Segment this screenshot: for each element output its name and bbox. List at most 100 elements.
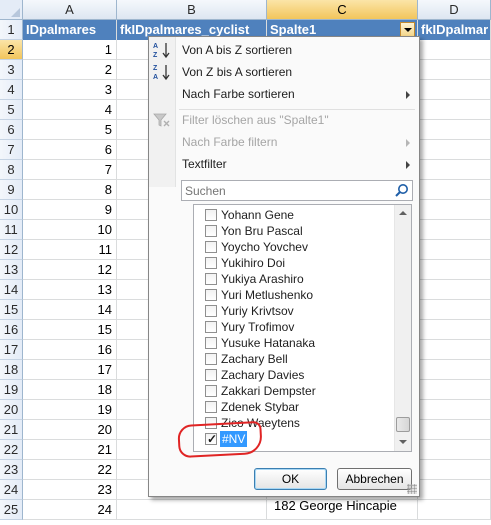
row-header[interactable]: 23 — [0, 460, 23, 480]
row-header[interactable]: 20 — [0, 400, 23, 420]
id-cell[interactable]: 21 — [23, 440, 117, 460]
fk-cell[interactable] — [418, 340, 491, 360]
checkbox[interactable] — [205, 305, 217, 317]
fk-cell[interactable] — [418, 320, 491, 340]
fk-cell[interactable] — [418, 260, 491, 280]
search-input[interactable] — [182, 181, 392, 200]
id-cell[interactable]: 4 — [23, 100, 117, 120]
row-header[interactable]: 4 — [0, 80, 23, 100]
filter-list-item[interactable]: Yoycho Yovchev — [194, 239, 394, 255]
list-scrollbar[interactable] — [394, 205, 411, 451]
row-header[interactable]: 19 — [0, 380, 23, 400]
filter-list-item[interactable]: Yohann Gene — [194, 207, 394, 223]
fk-cell[interactable] — [418, 500, 491, 520]
cyclist-cell[interactable] — [117, 500, 267, 520]
filter-dropdown-button[interactable] — [400, 22, 415, 37]
id-cell[interactable]: 24 — [23, 500, 117, 520]
id-cell[interactable]: 3 — [23, 80, 117, 100]
fk-cell[interactable] — [418, 300, 491, 320]
column-header-b[interactable]: B — [117, 0, 267, 20]
row-header[interactable]: 6 — [0, 120, 23, 140]
row-header[interactable]: 14 — [0, 280, 23, 300]
id-cell[interactable]: 22 — [23, 460, 117, 480]
row-header[interactable]: 21 — [0, 420, 23, 440]
checkbox[interactable] — [205, 385, 217, 397]
checkbox[interactable] — [205, 209, 217, 221]
id-cell[interactable]: 11 — [23, 240, 117, 260]
id-cell[interactable]: 2 — [23, 60, 117, 80]
id-cell[interactable]: 1 — [23, 40, 117, 60]
menu-item-sort-az[interactable]: A Z Von A bis Z sortieren — [149, 39, 419, 61]
row-header[interactable]: 17 — [0, 340, 23, 360]
scroll-up-button[interactable] — [395, 205, 411, 222]
filter-list-item[interactable]: Zachary Bell — [194, 351, 394, 367]
filter-list-item[interactable]: Yon Bru Pascal — [194, 223, 394, 239]
fk-cell[interactable] — [418, 120, 491, 140]
filter-list-item[interactable]: Yukiya Arashiro — [194, 271, 394, 287]
row-header[interactable]: 9 — [0, 180, 23, 200]
id-cell[interactable]: 5 — [23, 120, 117, 140]
row-header[interactable]: 7 — [0, 140, 23, 160]
fk-cell[interactable] — [418, 200, 491, 220]
id-cell[interactable]: 17 — [23, 360, 117, 380]
filter-list-item[interactable]: Yusuke Hatanaka — [194, 335, 394, 351]
ok-button[interactable]: OK — [254, 468, 327, 490]
id-cell[interactable]: 20 — [23, 420, 117, 440]
checkbox[interactable] — [205, 321, 217, 333]
row-header[interactable]: 2 — [0, 40, 23, 60]
fk-cell[interactable] — [418, 380, 491, 400]
checkbox[interactable] — [205, 273, 217, 285]
filter-list-item[interactable]: Yuriy Krivtsov — [194, 303, 394, 319]
checkbox[interactable] — [205, 257, 217, 269]
id-cell[interactable]: 12 — [23, 260, 117, 280]
fk-cell[interactable] — [418, 420, 491, 440]
menu-item-sort-by-color[interactable]: Nach Farbe sortieren — [149, 83, 419, 105]
checkbox[interactable] — [205, 401, 217, 413]
row-header[interactable]: 8 — [0, 160, 23, 180]
checkbox[interactable] — [205, 353, 217, 365]
row-header[interactable]: 25 — [0, 500, 23, 520]
fk-cell[interactable] — [418, 140, 491, 160]
id-cell[interactable]: 23 — [23, 480, 117, 500]
id-cell[interactable]: 16 — [23, 340, 117, 360]
filter-list-item[interactable]: Zachary Davies — [194, 367, 394, 383]
row-header[interactable]: 24 — [0, 480, 23, 500]
id-cell[interactable]: 15 — [23, 320, 117, 340]
cancel-button[interactable]: Abbrechen — [337, 468, 412, 490]
checkbox[interactable] — [205, 241, 217, 253]
filter-list-item[interactable]: Yukihiro Doi — [194, 255, 394, 271]
row-header[interactable]: 16 — [0, 320, 23, 340]
fk-cell[interactable] — [418, 220, 491, 240]
id-cell[interactable]: 10 — [23, 220, 117, 240]
row-header[interactable]: 18 — [0, 360, 23, 380]
row-header[interactable]: 3 — [0, 60, 23, 80]
fk-cell[interactable] — [418, 240, 491, 260]
checkbox[interactable] — [205, 369, 217, 381]
fk-cell[interactable] — [418, 60, 491, 80]
column-header-a[interactable]: A — [23, 0, 117, 20]
row-header[interactable]: 1 — [0, 20, 23, 40]
fk-cell[interactable] — [418, 460, 491, 480]
checkbox[interactable] — [205, 337, 217, 349]
filter-list-item[interactable]: Zdenek Stybar — [194, 399, 394, 415]
fk-cell[interactable] — [418, 400, 491, 420]
id-cell[interactable]: 9 — [23, 200, 117, 220]
fk-cell[interactable] — [418, 480, 491, 500]
id-cell[interactable]: 18 — [23, 380, 117, 400]
row-header[interactable]: 22 — [0, 440, 23, 460]
fk-cell[interactable] — [418, 80, 491, 100]
filter-list-item[interactable]: Yury Trofimov — [194, 319, 394, 335]
id-cell[interactable]: 19 — [23, 400, 117, 420]
resize-grip[interactable] — [407, 484, 417, 494]
filter-list-item[interactable]: Zakkari Dempster — [194, 383, 394, 399]
fk-cell[interactable] — [418, 360, 491, 380]
scrollbar-thumb[interactable] — [396, 417, 410, 432]
row-header[interactable]: 5 — [0, 100, 23, 120]
row-header[interactable]: 15 — [0, 300, 23, 320]
checkbox[interactable] — [205, 289, 217, 301]
row25-cyclist-cell[interactable]: 182 George Hincapie — [270, 496, 418, 516]
id-cell[interactable]: 6 — [23, 140, 117, 160]
id-cell[interactable]: 13 — [23, 280, 117, 300]
fk-cell[interactable] — [418, 40, 491, 60]
id-cell[interactable]: 7 — [23, 160, 117, 180]
